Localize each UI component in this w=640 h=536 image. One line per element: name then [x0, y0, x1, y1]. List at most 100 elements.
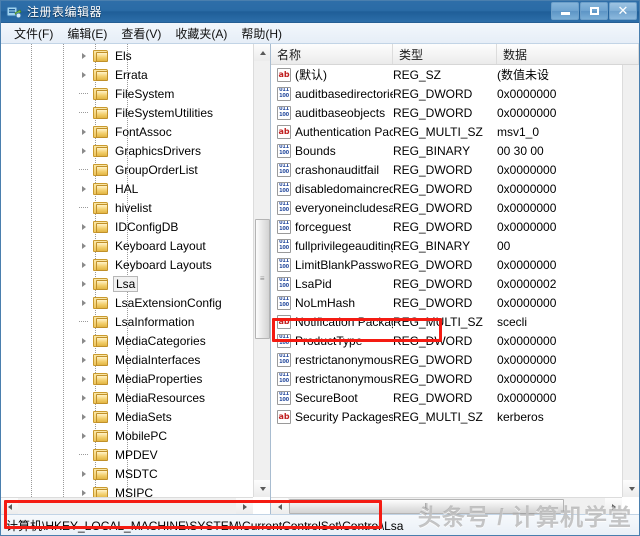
- values-scroll-down-button[interactable]: [623, 480, 639, 497]
- expand-arrow-icon[interactable]: [79, 336, 88, 345]
- values-vertical-scrollbar[interactable]: [622, 44, 639, 497]
- values-horizontal-scrollbar[interactable]: ∥: [271, 497, 622, 514]
- expand-arrow-icon[interactable]: [79, 70, 88, 79]
- chevron-right-icon: [81, 470, 86, 477]
- value-data-cell: 0x0000000: [497, 390, 557, 405]
- expand-arrow-icon[interactable]: [79, 469, 88, 478]
- tree-item[interactable]: MPDEV: [1, 445, 253, 464]
- menu-file[interactable]: 文件(F): [7, 23, 60, 44]
- registry-tree[interactable]: Els Errata FileSystem FileSystemUtilities Fo…: [1, 44, 253, 497]
- expand-arrow-icon[interactable]: [79, 298, 88, 307]
- tree-item[interactable]: FontAssoc: [1, 122, 253, 141]
- tree-item[interactable]: Els: [1, 46, 253, 65]
- expand-arrow-icon[interactable]: [79, 146, 88, 155]
- expand-arrow-icon[interactable]: [79, 412, 88, 421]
- tree-scroll-thumb[interactable]: ≡: [255, 219, 270, 339]
- menu-favorites[interactable]: 收藏夹(A): [168, 23, 234, 44]
- value-row[interactable]: 011100 LimitBlankPasswordUseREG_DWORD 0x00…: [271, 255, 639, 274]
- tree-item[interactable]: MediaCategories: [1, 331, 253, 350]
- tree-item[interactable]: MobilePC: [1, 426, 253, 445]
- expand-arrow-icon[interactable]: [79, 184, 88, 193]
- tree-item[interactable]: hivelist: [1, 198, 253, 217]
- tree-scroll-left-button[interactable]: [1, 498, 18, 514]
- tree-item[interactable]: Keyboard Layout: [1, 236, 253, 255]
- expand-arrow-icon[interactable]: [79, 222, 88, 231]
- tree-item[interactable]: IDConfigDB: [1, 217, 253, 236]
- chevron-right-icon: [81, 261, 86, 268]
- title-bar[interactable]: 注册表编辑器 ✕: [1, 1, 639, 23]
- tree-item[interactable]: MediaInterfaces: [1, 350, 253, 369]
- value-row[interactable]: 011 100 restrictanonymous REG_DWORD 0x000000…: [271, 350, 639, 369]
- tree-horizontal-scrollbar[interactable]: [1, 497, 253, 514]
- tree-item[interactable]: GroupOrderList: [1, 160, 253, 179]
- maximize-button[interactable]: [580, 2, 608, 20]
- tree-item[interactable]: FileSystemUtilities: [1, 103, 253, 122]
- tree-item[interactable]: MSIPC: [1, 483, 253, 497]
- tree-item[interactable]: FileSystem: [1, 84, 253, 103]
- values-list[interactable]: ab (默认) REG_SZ (数值未设 011 100 auditbasedirector…: [271, 65, 639, 497]
- tree-item[interactable]: Errata: [1, 65, 253, 84]
- registry-tree-list: Els Errata FileSystem FileSystemUtilities Fo…: [1, 46, 253, 497]
- expand-arrow-icon[interactable]: [79, 431, 88, 440]
- values-scroll-left-button[interactable]: [271, 498, 288, 514]
- value-row[interactable]: ab Notification PackagesREG_MULTI_SZ scecl…: [271, 312, 639, 331]
- column-header-type[interactable]: 类型: [393, 44, 497, 64]
- expand-arrow-icon[interactable]: [79, 260, 88, 269]
- minimize-button[interactable]: [551, 2, 579, 20]
- value-type-cell: REG_DWORD: [393, 257, 473, 272]
- expand-arrow-icon[interactable]: [79, 279, 88, 288]
- value-row[interactable]: 011 100 ProductType REG_DWORD 0x0000000: [271, 331, 639, 350]
- value-icon-glyph: 011 100: [279, 372, 289, 384]
- expand-arrow-icon[interactable]: [79, 374, 88, 383]
- value-row[interactable]: 011 100 forceguest REG_DWORD 0x0000000: [271, 217, 639, 236]
- value-name-cell: 011 100 restrictanonymous: [271, 350, 393, 369]
- value-row[interactable]: 011 100 disabledomaincreds REG_DWORD 0x00000…: [271, 179, 639, 198]
- values-scroll-right-button[interactable]: [605, 498, 622, 514]
- tree-vertical-scrollbar[interactable]: ≡: [253, 44, 270, 497]
- tree-scroll-up-button[interactable]: [254, 44, 270, 61]
- expand-arrow-icon[interactable]: [79, 241, 88, 250]
- column-header-name[interactable]: 名称: [271, 44, 393, 64]
- tree-item[interactable]: MediaResources: [1, 388, 253, 407]
- value-row[interactable]: 011100 restrictanonymoussamREG_DWORD 0x000…: [271, 369, 639, 388]
- tree-item[interactable]: Keyboard Layouts: [1, 255, 253, 274]
- tree-item[interactable]: LsaExtensionConfig: [1, 293, 253, 312]
- expand-arrow-icon[interactable]: [79, 488, 88, 497]
- tree-item[interactable]: MediaSets: [1, 407, 253, 426]
- menu-edit[interactable]: 编辑(E): [60, 23, 114, 44]
- value-row[interactable]: 011 100 auditbaseobjects REG_DWORD 0x0000000: [271, 103, 639, 122]
- value-name-cell: ab Authentication Packages: [271, 122, 393, 141]
- tree-scroll-right-button[interactable]: [236, 498, 253, 514]
- value-row[interactable]: ab Security Packages REG_MULTI_SZ kerberos: [271, 407, 639, 426]
- value-row[interactable]: 011 100 LsaPid REG_DWORD 0x0000002: [271, 274, 639, 293]
- tree-item[interactable]: LsaInformation: [1, 312, 253, 331]
- value-row[interactable]: 011 100 fullprivilegeauditing REG_BINARY 00: [271, 236, 639, 255]
- value-row[interactable]: 011100 everyoneincludesanonymousREG_DWORD…: [271, 198, 639, 217]
- values-scroll-thumb[interactable]: ∥: [289, 499, 564, 514]
- value-row[interactable]: 011 100 SecureBoot REG_DWORD 0x0000000: [271, 388, 639, 407]
- value-row[interactable]: 011 100 crashonauditfail REG_DWORD 0x0000000: [271, 160, 639, 179]
- expand-arrow-icon[interactable]: [79, 51, 88, 60]
- value-row[interactable]: 011 100 NoLmHash REG_DWORD 0x0000000: [271, 293, 639, 312]
- tree-item[interactable]: GraphicsDrivers: [1, 141, 253, 160]
- editor-body: Els Errata FileSystem FileSystemUtilities Fo…: [1, 44, 639, 514]
- tree-scroll-down-button[interactable]: [254, 480, 270, 497]
- value-row[interactable]: 011 100 auditbasedirectories REG_DWORD 0x000…: [271, 84, 639, 103]
- menu-view[interactable]: 查看(V): [114, 23, 168, 44]
- tree-connector-line: [79, 93, 89, 94]
- value-name-cell: 011 100 auditbasedirectories: [271, 84, 393, 103]
- tree-item[interactable]: MSDTC: [1, 464, 253, 483]
- menu-help[interactable]: 帮助(H): [234, 23, 289, 44]
- value-row[interactable]: ab Authentication PackagesREG_MULTI_SZ msv…: [271, 122, 639, 141]
- tree-item[interactable]: HAL: [1, 179, 253, 198]
- column-header-data[interactable]: 数据: [497, 44, 639, 64]
- expand-arrow-icon[interactable]: [79, 393, 88, 402]
- value-row[interactable]: ab (默认) REG_SZ (数值未设: [271, 65, 639, 84]
- close-button[interactable]: ✕: [609, 2, 637, 20]
- value-row[interactable]: 011 100 Bounds REG_BINARY 00 30 00: [271, 141, 639, 160]
- folder-icon: [93, 182, 108, 195]
- expand-arrow-icon[interactable]: [79, 127, 88, 136]
- tree-item[interactable]: MediaProperties: [1, 369, 253, 388]
- tree-item[interactable]: Lsa: [1, 274, 253, 293]
- expand-arrow-icon[interactable]: [79, 355, 88, 364]
